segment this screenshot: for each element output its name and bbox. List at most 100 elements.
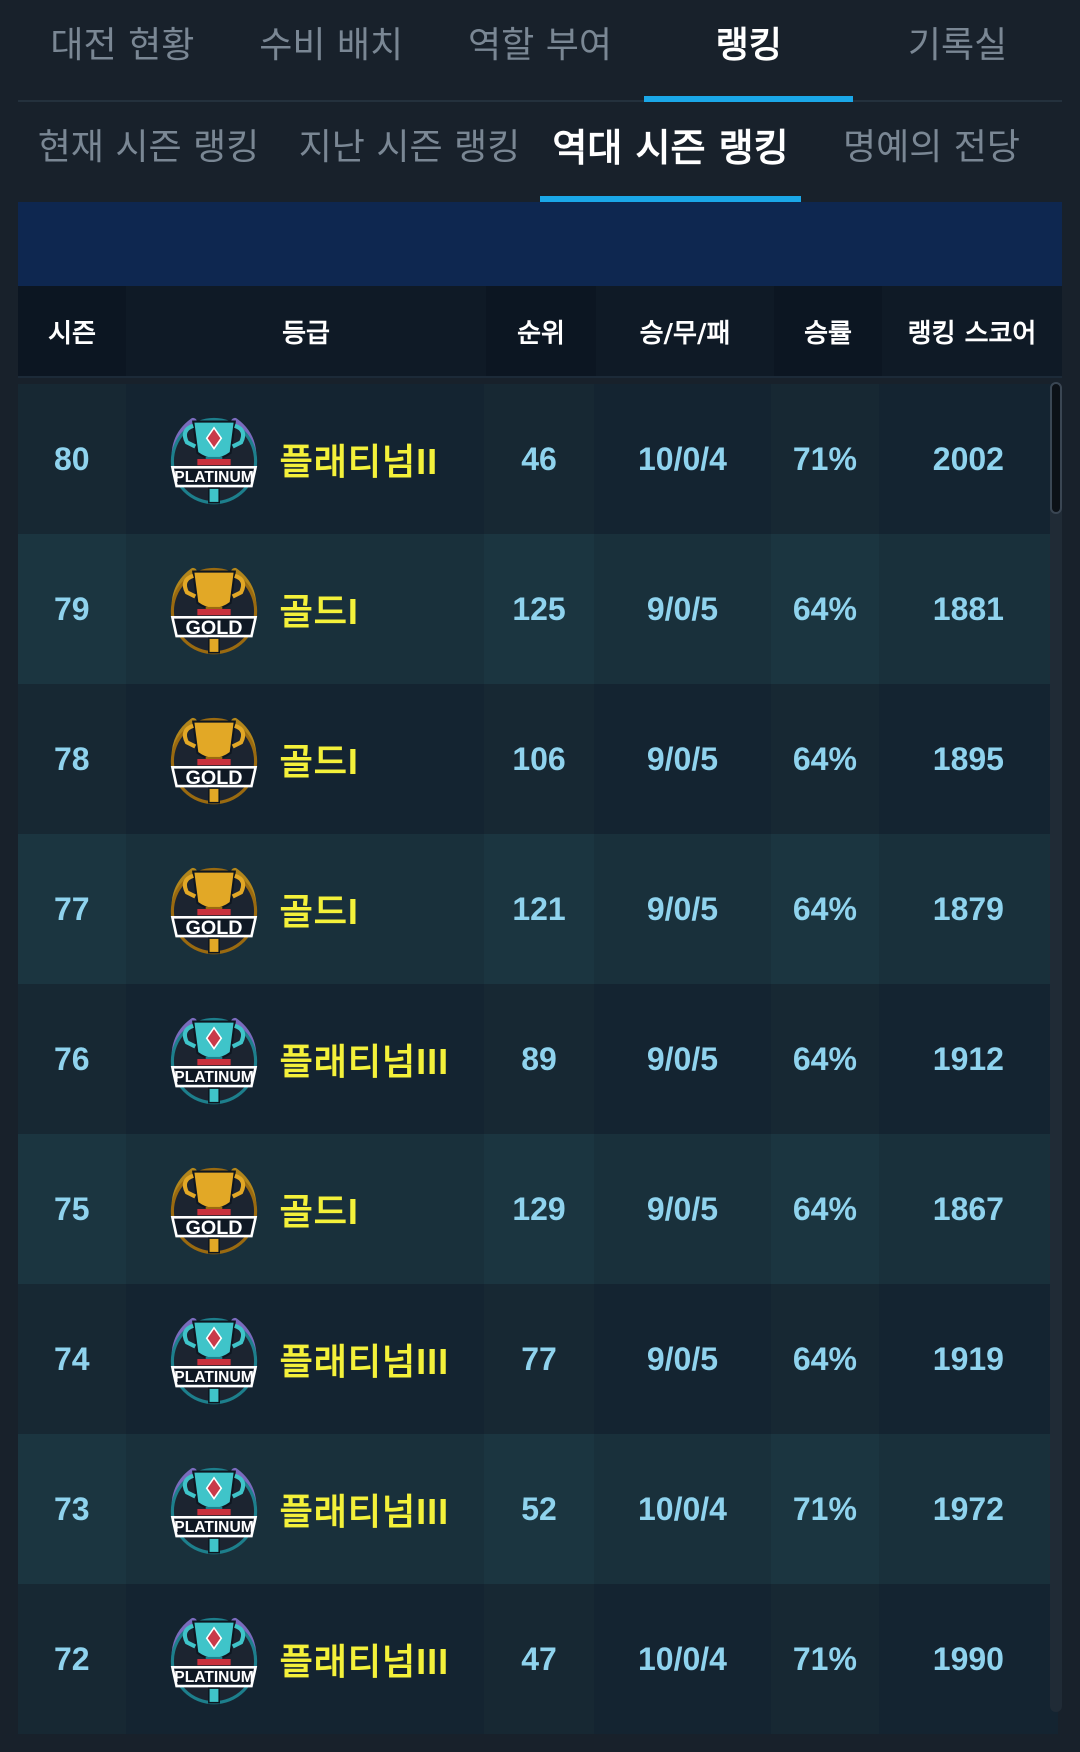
gold-badge-icon: GOLD bbox=[170, 867, 257, 955]
gold-badge-icon: GOLD bbox=[170, 717, 257, 805]
ranking-score-cell: 1867 bbox=[878, 1134, 1059, 1284]
svg-text:PLATINUM: PLATINUM bbox=[174, 469, 253, 486]
grade-name: 플래티넘III bbox=[279, 1641, 450, 1682]
season-cell: 79 bbox=[54, 590, 90, 627]
season-cell: 73 bbox=[54, 1490, 90, 1527]
grade-cell: GOLD 골드I bbox=[125, 534, 485, 684]
rank-cell: 125 bbox=[512, 590, 566, 627]
rank-cell: 46 bbox=[521, 440, 557, 477]
grade-cell: GOLD 골드I bbox=[125, 684, 485, 834]
header-grade: 등급 bbox=[126, 286, 486, 376]
grade-cell: PLATINUM 플래티넘III bbox=[125, 1434, 485, 1584]
svg-text:PLATINUM: PLATINUM bbox=[174, 1069, 253, 1086]
grade-name: 골드I bbox=[279, 591, 359, 632]
ranking-score-cell: 1990 bbox=[878, 1584, 1059, 1734]
win-draw-loss-cell: 10/0/4 bbox=[593, 1434, 772, 1584]
gold-badge-icon: GOLD bbox=[170, 567, 257, 655]
ranking-score-cell: 1879 bbox=[878, 834, 1059, 984]
ranking-score-cell: 1881 bbox=[878, 534, 1059, 684]
table-row[interactable]: 75 GOLD 골드I 129 9/0/5 64% 1867 bbox=[18, 1134, 1059, 1284]
subtab-hall-of-fame[interactable]: 명예의 전당 bbox=[801, 102, 1062, 202]
table-row[interactable]: 74 PLATINUM 플래티넘III 77 9/0/5 64% 1919 bbox=[18, 1284, 1059, 1434]
platinum-badge-icon: PLATINUM bbox=[170, 417, 257, 505]
win-draw-loss-cell: 9/0/5 bbox=[593, 534, 772, 684]
rank-cell: 106 bbox=[512, 740, 566, 777]
ranking-score-cell: 1912 bbox=[878, 984, 1059, 1134]
table-row[interactable]: 76 PLATINUM 플래티넘III 89 9/0/5 64% 1912 bbox=[18, 984, 1059, 1134]
table-banner bbox=[18, 202, 1062, 286]
grade-name: 플래티넘III bbox=[279, 1041, 450, 1082]
platinum-badge-icon: PLATINUM bbox=[170, 1467, 257, 1555]
svg-text:GOLD: GOLD bbox=[185, 1217, 242, 1239]
tab-defense-placement[interactable]: 수비 배치 bbox=[227, 0, 436, 100]
table-row[interactable]: 77 GOLD 골드I 121 9/0/5 64% 1879 bbox=[18, 834, 1059, 984]
win-rate-cell: 71% bbox=[792, 440, 857, 477]
grade-cell: GOLD 골드I bbox=[125, 834, 485, 984]
subtab-current-season[interactable]: 현재 시즌 랭킹 bbox=[18, 102, 279, 202]
tab-battle-status[interactable]: 대전 현황 bbox=[18, 0, 227, 100]
scrollbar-track[interactable] bbox=[1050, 382, 1062, 1712]
grade-cell: PLATINUM 플래티넘III bbox=[125, 984, 485, 1134]
grade-name: 플래티넘III bbox=[279, 1491, 450, 1532]
grade-cell: PLATINUM 플래티넘II bbox=[125, 384, 485, 534]
tab-ranking[interactable]: 랭킹 bbox=[644, 0, 853, 102]
svg-text:PLATINUM: PLATINUM bbox=[174, 1519, 253, 1536]
win-rate-cell: 64% bbox=[792, 1190, 857, 1227]
grade-name: 골드I bbox=[279, 1191, 359, 1232]
win-rate-cell: 64% bbox=[792, 1040, 857, 1077]
svg-text:GOLD: GOLD bbox=[185, 767, 242, 789]
table-row[interactable]: 78 GOLD 골드I 106 9/0/5 64% 1895 bbox=[18, 684, 1059, 834]
season-cell: 76 bbox=[54, 1040, 90, 1077]
season-cell: 75 bbox=[54, 1190, 90, 1227]
win-draw-loss-cell: 9/0/5 bbox=[593, 984, 772, 1134]
header-win-draw-loss: 승/무/패 bbox=[596, 286, 774, 376]
win-draw-loss-cell: 9/0/5 bbox=[593, 684, 772, 834]
header-season: 시즌 bbox=[48, 318, 96, 349]
ranking-score-cell: 1972 bbox=[878, 1434, 1059, 1584]
season-cell: 77 bbox=[54, 890, 90, 927]
subtab-all-seasons[interactable]: 역대 시즌 랭킹 bbox=[540, 102, 801, 202]
svg-text:GOLD: GOLD bbox=[185, 917, 242, 939]
rank-cell: 52 bbox=[521, 1490, 557, 1527]
win-draw-loss-cell: 9/0/5 bbox=[593, 834, 772, 984]
gold-badge-icon: GOLD bbox=[170, 1167, 257, 1255]
grade-cell: GOLD 골드I bbox=[125, 1134, 485, 1284]
svg-text:PLATINUM: PLATINUM bbox=[174, 1669, 253, 1686]
win-draw-loss-cell: 10/0/4 bbox=[593, 1584, 772, 1734]
rank-cell: 129 bbox=[512, 1190, 566, 1227]
platinum-badge-icon: PLATINUM bbox=[170, 1017, 257, 1105]
season-cell: 80 bbox=[54, 440, 90, 477]
grade-name: 플래티넘II bbox=[279, 441, 439, 482]
tab-role-assignment[interactable]: 역할 부여 bbox=[436, 0, 645, 100]
win-rate-cell: 64% bbox=[792, 590, 857, 627]
grade-name: 골드I bbox=[279, 741, 359, 782]
sub-tab-bar: 현재 시즌 랭킹 지난 시즌 랭킹 역대 시즌 랭킹 명예의 전당 bbox=[18, 102, 1062, 202]
table-row[interactable]: 79 GOLD 골드I 125 9/0/5 64% 1881 bbox=[18, 534, 1059, 684]
svg-text:GOLD: GOLD bbox=[185, 617, 242, 639]
rank-cell: 89 bbox=[521, 1040, 557, 1077]
table-header: 시즌 등급 순위 승/무/패 승률 랭킹 스코어 bbox=[18, 286, 1062, 378]
table-row[interactable]: 73 PLATINUM 플래티넘III 52 10/0/4 71% 1972 bbox=[18, 1434, 1059, 1584]
subtab-last-season[interactable]: 지난 시즌 랭킹 bbox=[279, 102, 540, 202]
header-rank: 순위 bbox=[517, 318, 565, 349]
ranking-score-cell: 2002 bbox=[878, 384, 1059, 534]
header-win-rate: 승률 bbox=[804, 318, 852, 349]
tab-records[interactable]: 기록실 bbox=[853, 0, 1062, 100]
win-rate-cell: 71% bbox=[792, 1490, 857, 1527]
header-ranking-score: 랭킹 스코어 bbox=[882, 286, 1062, 376]
grade-name: 플래티넘III bbox=[279, 1341, 450, 1382]
table-row[interactable]: 80 PLATINUM 플래티넘II 46 10/0/4 71% 2002 bbox=[18, 384, 1059, 534]
season-cell: 72 bbox=[54, 1640, 90, 1677]
win-rate-cell: 64% bbox=[792, 1340, 857, 1377]
rank-cell: 47 bbox=[521, 1640, 557, 1677]
win-rate-cell: 71% bbox=[792, 1640, 857, 1677]
platinum-badge-icon: PLATINUM bbox=[170, 1317, 257, 1405]
table-row[interactable]: 72 PLATINUM 플래티넘III 47 10/0/4 71% 1990 bbox=[18, 1584, 1059, 1734]
win-draw-loss-cell: 10/0/4 bbox=[593, 384, 772, 534]
platinum-badge-icon: PLATINUM bbox=[170, 1617, 257, 1705]
grade-name: 골드I bbox=[279, 891, 359, 932]
ranking-score-cell: 1895 bbox=[878, 684, 1059, 834]
scrollbar-thumb[interactable] bbox=[1050, 382, 1062, 514]
top-tab-bar: 대전 현황 수비 배치 역할 부여 랭킹 기록실 bbox=[18, 0, 1062, 102]
svg-text:PLATINUM: PLATINUM bbox=[174, 1369, 253, 1386]
